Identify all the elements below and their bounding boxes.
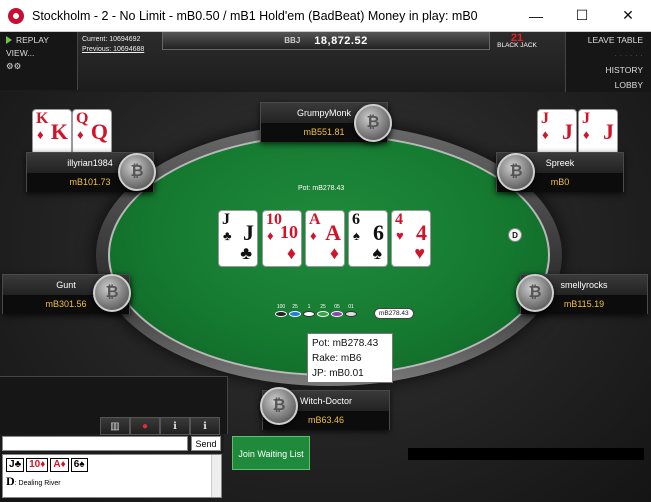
grumpymonk-avatar-icon: ₿ — [354, 104, 392, 142]
log-cards: J♣ 10♦ A♦ 6♠ — [6, 458, 88, 472]
log-card: 6♠ — [70, 458, 88, 472]
spreek-avatar-icon: ₿ — [497, 153, 535, 191]
view-label: VIEW... — [6, 48, 35, 58]
chat-scrollbar[interactable] — [211, 455, 221, 497]
chip-stack: 100 — [275, 304, 287, 317]
chip-stack: 25 — [317, 304, 329, 317]
right-menu: LEAVE TABLE · · · · · · HISTORY LOBBY — [565, 32, 651, 92]
board-card-2: 10 ♦ 10 ♦ — [262, 210, 302, 267]
leave-table-button[interactable]: LEAVE TABLE — [566, 32, 651, 47]
close-button[interactable]: ✕ — [605, 0, 651, 32]
current-hand: Current: 10694692 — [82, 36, 141, 43]
chat-input[interactable] — [2, 436, 188, 451]
chat-panel: ▥ ● ℹ ℹ — [0, 376, 228, 435]
replay-button[interactable]: REPLAY — [0, 32, 77, 45]
stats-tab-icon[interactable]: ▥ — [100, 417, 130, 435]
tooltip-rake: Rake: mB6 — [312, 353, 362, 364]
log-card: A♦ — [50, 458, 69, 472]
gunt-avatar-icon: ₿ — [93, 274, 131, 312]
send-button[interactable]: Send — [191, 436, 221, 451]
pot-amount: mB278.43 — [374, 308, 414, 319]
notes-tab-icon[interactable]: ℹ — [160, 417, 190, 435]
info-tab-icon[interactable]: ℹ — [190, 417, 220, 435]
illyrian-avatar-icon: ₿ — [118, 153, 156, 191]
gear-icon: ⚙⚙ — [6, 61, 22, 71]
maximize-button[interactable]: ☐ — [559, 0, 605, 32]
log-message: : Dealing River — [14, 480, 61, 487]
lobby-button[interactable]: LOBBY — [566, 77, 651, 92]
chip-stack: 05 — [331, 304, 343, 317]
bottom-status-bar — [408, 448, 644, 460]
log-card: 10♦ — [26, 458, 49, 472]
blackjack-badge-text: BLACK JACK — [497, 42, 537, 49]
log-card: J♣ — [6, 458, 25, 472]
tooltip-pot: Pot: mB278.43 — [312, 338, 379, 349]
replay-label: REPLAY — [16, 35, 49, 45]
join-waiting-list-button[interactable]: Join Waiting List — [232, 436, 310, 470]
previous-hand-link[interactable]: Previous: 10694688 — [82, 45, 144, 55]
chat-tab-bar: ▥ ● ℹ ℹ — [100, 417, 220, 435]
title-bar: Stockholm - 2 - No Limit - mB0.50 / mB1 … — [0, 0, 651, 32]
chat-tab-icon[interactable]: ● — [130, 417, 160, 435]
smellyrocks-avatar-icon: ₿ — [516, 274, 554, 312]
jackpot-value: 18,872.52 — [314, 34, 368, 47]
chip-stack: 1 — [303, 304, 315, 317]
chat-input-row: Send — [0, 435, 224, 453]
window-title: Stockholm - 2 - No Limit - mB0.50 / mB1 … — [32, 8, 478, 23]
view-button[interactable]: VIEW... — [0, 45, 77, 58]
board-card-3: A ♦ A ♦ — [305, 210, 345, 267]
chip-stack: 01 — [345, 304, 357, 317]
chat-log[interactable]: J♣ 10♦ A♦ 6♠ D: Dealing River — [2, 454, 222, 498]
dealer-button: D — [508, 228, 522, 242]
tooltip-jp: JP: mB0.01 — [312, 368, 364, 379]
pot-tooltip: Pot: mB278.43 Rake: mB6 JP: mB0.01 — [307, 333, 393, 383]
play-icon — [6, 36, 12, 44]
pot-chips: 100 25 1 25 05 01 — [275, 304, 357, 317]
settings-button[interactable]: ⚙⚙ — [0, 58, 77, 72]
board-card-5: 4 ♥ 4 ♥ — [391, 210, 431, 267]
app-logo-icon — [8, 7, 24, 24]
board-card-1: J ♣ J ♣ — [218, 210, 258, 267]
log-line: D: Dealing River — [6, 474, 61, 489]
dealer-mark: D — [6, 474, 15, 488]
history-button[interactable]: HISTORY — [566, 62, 651, 77]
chip-stack: 25 — [289, 304, 301, 317]
disabled-menu-item: · · · · · · — [614, 50, 643, 60]
jackpot-display: BBJ 18,872.52 — [162, 32, 490, 50]
blackjack-badge[interactable]: 21 BLACK JACK — [496, 32, 538, 54]
board-card-4: 6 ♠ 6 ♠ — [348, 210, 388, 267]
minimize-button[interactable]: — — [513, 0, 559, 32]
blackjack-badge-number: 21 — [510, 32, 524, 44]
hand-info: Current: 10694692 Previous: 10694688 — [82, 35, 144, 55]
witchdoctor-avatar-icon: ₿ — [260, 387, 298, 425]
jackpot-label: BBJ — [284, 36, 301, 45]
left-panel: REPLAY VIEW... ⚙⚙ — [0, 32, 78, 90]
pot-label: Pot: mB278.43 — [298, 185, 345, 192]
